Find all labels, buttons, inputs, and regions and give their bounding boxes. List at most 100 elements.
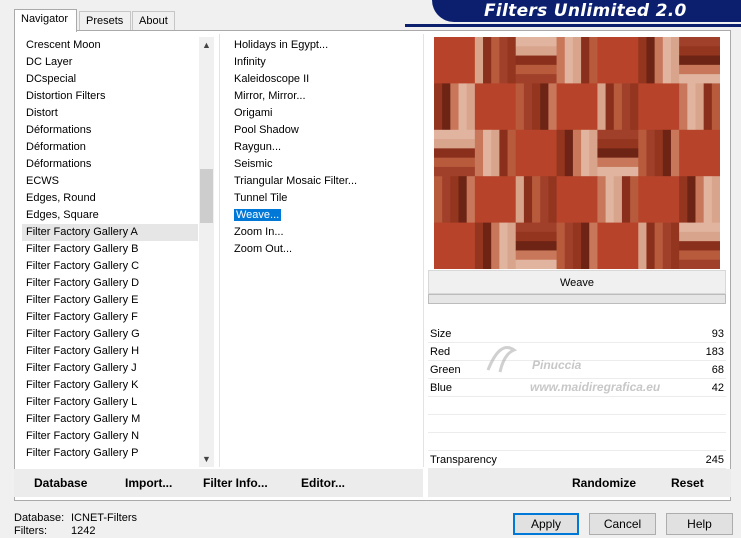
- filter-item-label: Origami: [234, 107, 273, 119]
- category-item[interactable]: Filter Factory Gallery L: [22, 394, 198, 411]
- filter-item[interactable]: Weave...: [230, 207, 420, 224]
- category-item[interactable]: Filter Factory Gallery M: [22, 411, 198, 428]
- category-item[interactable]: Filter Factory Gallery K: [22, 377, 198, 394]
- filter-item-label: Tunnel Tile: [234, 192, 288, 204]
- import-button[interactable]: Import...: [125, 469, 172, 497]
- category-scrollbar[interactable]: ▲ ▼: [199, 37, 214, 467]
- filter-item[interactable]: Origami: [230, 105, 420, 122]
- filter-item[interactable]: Triangular Mosaic Filter...: [230, 173, 420, 190]
- filter-item[interactable]: Mirror, Mirror...: [230, 88, 420, 105]
- column-divider: [219, 34, 220, 467]
- category-item[interactable]: Crescent Moon: [22, 37, 198, 54]
- param-row-blue[interactable]: Blue 42: [428, 379, 726, 397]
- tab-label: About: [139, 15, 168, 27]
- param-name: Green: [430, 364, 461, 376]
- filter-item[interactable]: Pool Shadow: [230, 122, 420, 139]
- right-toolbar: Randomize Reset: [428, 469, 731, 497]
- filter-item-label: Pool Shadow: [234, 124, 299, 136]
- cancel-button[interactable]: Cancel: [589, 513, 656, 535]
- status-label: Database:: [14, 512, 65, 524]
- filter-item-label: Weave...: [234, 209, 282, 221]
- database-button[interactable]: Database: [34, 469, 87, 497]
- param-name: Red: [430, 346, 451, 358]
- category-item[interactable]: Distort: [22, 105, 198, 122]
- category-item[interactable]: Déformation: [22, 139, 198, 156]
- param-value: 183: [705, 346, 724, 358]
- filter-item[interactable]: Zoom Out...: [230, 241, 420, 258]
- category-item[interactable]: Filter Factory Gallery G: [22, 326, 198, 343]
- param-row-transparency[interactable]: Transparency 245: [428, 451, 726, 469]
- category-item[interactable]: Filter Factory Gallery E: [22, 292, 198, 309]
- param-row-red[interactable]: Red 183: [428, 343, 726, 361]
- status-filters: Filters: 1242: [14, 525, 95, 538]
- status-database: Database: ICNET-Filters: [14, 512, 137, 525]
- param-row-green[interactable]: Green 68: [428, 361, 726, 379]
- category-item[interactable]: Filter Factory Gallery N: [22, 428, 198, 445]
- status-value: 1242: [71, 525, 96, 537]
- window-edge: [0, 0, 8, 30]
- category-item[interactable]: DC Layer: [22, 54, 198, 71]
- tab-about[interactable]: About: [132, 11, 175, 30]
- category-item[interactable]: Filter Factory Gallery C: [22, 258, 198, 275]
- filter-item-label: Raygun...: [234, 141, 282, 153]
- scrollbar-thumb[interactable]: [200, 169, 213, 223]
- filter-item[interactable]: Holidays in Egypt...: [230, 37, 420, 54]
- category-list[interactable]: Crescent Moon DC Layer DCspecial Distortion…: [22, 37, 198, 467]
- status-value: ICNET-Filters: [71, 512, 137, 524]
- left-toolbar: Database Import... Filter Info... Editor…: [14, 469, 423, 497]
- param-row-empty: [428, 433, 726, 451]
- filter-list[interactable]: Holidays in Egypt... Infinity Kaleidoscope…: [230, 37, 420, 277]
- tab-label: Presets: [86, 15, 124, 27]
- filter-item-label: Seismic: [234, 158, 273, 170]
- filter-item-label: Zoom In...: [234, 226, 284, 238]
- category-item[interactable]: Filter Factory Gallery B: [22, 241, 198, 258]
- category-item[interactable]: Edges, Square: [22, 207, 198, 224]
- param-value: 245: [705, 454, 724, 466]
- category-item[interactable]: Filter Factory Gallery A: [22, 224, 198, 241]
- category-item[interactable]: Déformations: [22, 122, 198, 139]
- category-item[interactable]: Filter Factory Gallery F: [22, 309, 198, 326]
- category-item[interactable]: Edges, Round: [22, 190, 198, 207]
- param-value: 42: [711, 382, 724, 394]
- param-value: 93: [711, 328, 724, 340]
- tab-label: Navigator: [21, 13, 69, 25]
- tab-presets[interactable]: Presets: [79, 11, 131, 30]
- reset-button[interactable]: Reset: [671, 469, 704, 497]
- filter-item[interactable]: Raygun...: [230, 139, 420, 156]
- param-name: Transparency: [430, 454, 497, 466]
- filter-item-label: Infinity: [234, 56, 266, 68]
- tab-navigator[interactable]: Navigator: [14, 9, 77, 32]
- param-row-size[interactable]: Size 93: [428, 325, 726, 343]
- filter-name-label: Weave: [428, 270, 726, 294]
- category-item[interactable]: Filter Factory Gallery H: [22, 343, 198, 360]
- help-button[interactable]: Help: [666, 513, 733, 535]
- param-name: Blue: [430, 382, 453, 394]
- filter-item[interactable]: Seismic: [230, 156, 420, 173]
- scroll-down-arrow-icon[interactable]: ▼: [199, 451, 214, 467]
- category-item[interactable]: Filter Factory Gallery J: [22, 360, 198, 377]
- filter-item-label: Holidays in Egypt...: [234, 39, 329, 51]
- filter-item[interactable]: Tunnel Tile: [230, 190, 420, 207]
- filter-item-label: Kaleidoscope II: [234, 73, 310, 85]
- editor-button[interactable]: Editor...: [301, 469, 345, 497]
- filter-item-label: Mirror, Mirror...: [234, 90, 306, 102]
- filter-item[interactable]: Kaleidoscope II: [230, 71, 420, 88]
- category-item[interactable]: ECWS: [22, 173, 198, 190]
- filter-info-button[interactable]: Filter Info...: [203, 469, 268, 497]
- scroll-up-arrow-icon[interactable]: ▲: [199, 37, 214, 53]
- category-item[interactable]: Distortion Filters: [22, 88, 198, 105]
- category-item[interactable]: Filter Factory Gallery P: [22, 445, 198, 462]
- filter-item[interactable]: Zoom In...: [230, 224, 420, 241]
- filter-item[interactable]: Infinity: [230, 54, 420, 71]
- filter-item-label: Zoom Out...: [234, 243, 293, 255]
- logo-underline: [405, 24, 741, 27]
- apply-button[interactable]: Apply: [513, 513, 579, 535]
- param-row-empty: [428, 415, 726, 433]
- randomize-button[interactable]: Randomize: [572, 469, 636, 497]
- category-item[interactable]: Déformations: [22, 156, 198, 173]
- logo-text: Filters Unlimited 2.0: [484, 1, 687, 21]
- category-item[interactable]: Filter Factory Gallery D: [22, 275, 198, 292]
- param-value: 68: [711, 364, 724, 376]
- filter-item-label: Triangular Mosaic Filter...: [234, 175, 358, 187]
- category-item[interactable]: DCspecial: [22, 71, 198, 88]
